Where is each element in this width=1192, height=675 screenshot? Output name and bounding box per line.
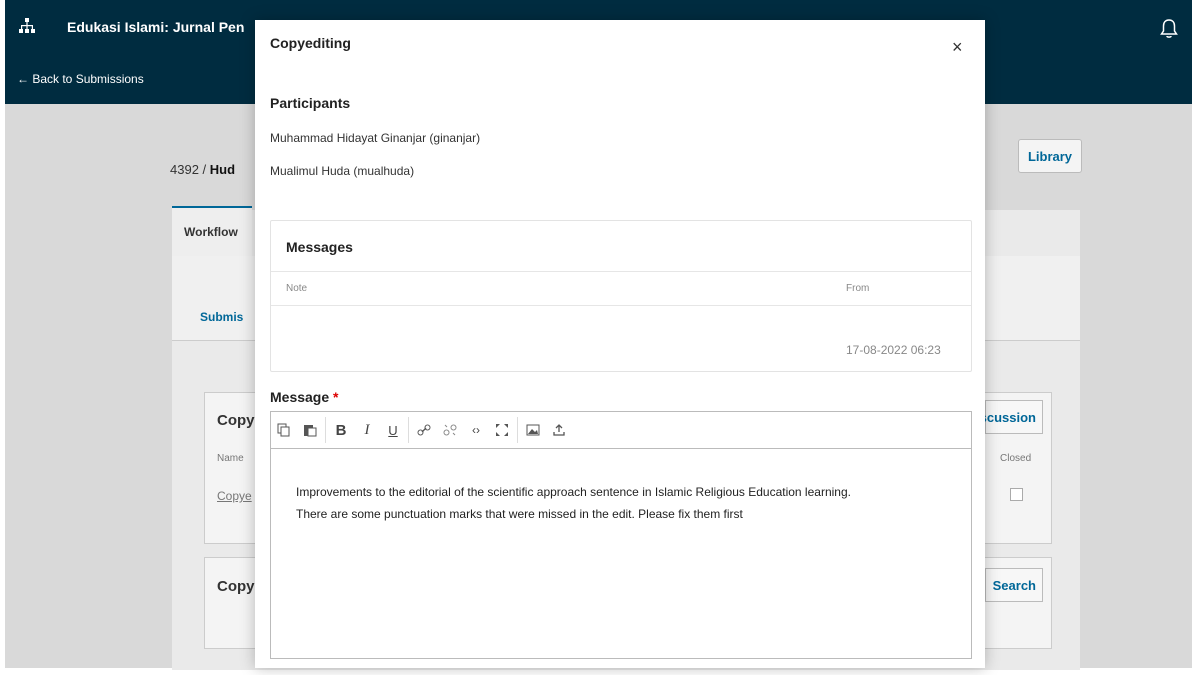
bell-icon[interactable]: [1160, 18, 1178, 40]
add-discussion-button[interactable]: scussion: [980, 400, 1043, 434]
message-label-text: Message: [270, 389, 330, 405]
search-button[interactable]: Search: [985, 568, 1043, 602]
submission-author: Hud: [209, 162, 236, 177]
message-date: 17-08-2022 06:23: [846, 343, 941, 357]
toolbar-divider: [408, 417, 409, 443]
message-label: Message *: [270, 389, 339, 405]
card-title: Copy: [217, 578, 255, 595]
modal-title: Copyediting: [270, 35, 351, 51]
column-header-closed: Closed: [1000, 453, 1032, 464]
closed-checkbox[interactable]: [1010, 488, 1023, 501]
fullscreen-icon[interactable]: [489, 417, 515, 443]
editor-toolbar: B I U ‹›: [271, 412, 971, 449]
editor-content[interactable]: Improvements to the editorial of the sci…: [296, 481, 956, 525]
discussion-link[interactable]: Copye: [217, 489, 252, 503]
upload-icon[interactable]: [546, 417, 572, 443]
toolbar-divider: [325, 417, 326, 443]
column-header-note: Note: [286, 283, 308, 294]
messages-heading: Messages: [286, 239, 353, 255]
participants-heading: Participants: [270, 95, 351, 111]
participant-item: Mualimul Huda (mualhuda): [270, 164, 415, 178]
tab-workflow[interactable]: Workflow: [172, 206, 252, 256]
participant-item: Muhammad Hidayat Ginanjar (ginanjar): [270, 131, 481, 145]
submission-breadcrumb: 4392 / Hud: [170, 162, 235, 177]
bold-icon[interactable]: B: [328, 417, 354, 443]
library-button[interactable]: Library: [1018, 139, 1082, 173]
link-icon[interactable]: [411, 417, 437, 443]
column-header-from: From: [846, 283, 870, 294]
messages-table-header: Note From: [271, 271, 971, 306]
editor-text-line: Improvements to the editorial of the sci…: [296, 485, 851, 499]
code-icon[interactable]: ‹›: [463, 417, 489, 443]
copy-icon[interactable]: [271, 417, 297, 443]
required-mark: *: [333, 389, 339, 405]
close-icon[interactable]: ×: [952, 37, 963, 57]
sitemap-icon[interactable]: [19, 18, 35, 34]
underline-icon[interactable]: U: [380, 417, 406, 443]
toolbar-divider: [517, 417, 518, 443]
italic-icon[interactable]: I: [354, 417, 380, 443]
message-editor[interactable]: B I U ‹› Improvements to the editorial o…: [270, 411, 972, 659]
tab-submission[interactable]: Submis: [200, 310, 243, 324]
copyediting-modal: Copyediting × Participants Muhammad Hida…: [255, 20, 985, 668]
submission-id: 4392: [170, 162, 199, 177]
journal-title[interactable]: Edukasi Islami: Jurnal Pen: [67, 19, 244, 35]
messages-panel: Messages Note From 17-08-2022 06:23: [270, 220, 972, 372]
paste-icon[interactable]: [297, 417, 323, 443]
unlink-icon[interactable]: [437, 417, 463, 443]
breadcrumb-separator: /: [202, 162, 207, 177]
card-title: Copy: [217, 412, 255, 429]
column-header-name: Name: [217, 453, 244, 464]
editor-text-line: There are some punctuation marks that we…: [296, 507, 743, 521]
back-to-submissions-link[interactable]: ← Back to Submissions: [17, 72, 144, 86]
image-icon[interactable]: [520, 417, 546, 443]
